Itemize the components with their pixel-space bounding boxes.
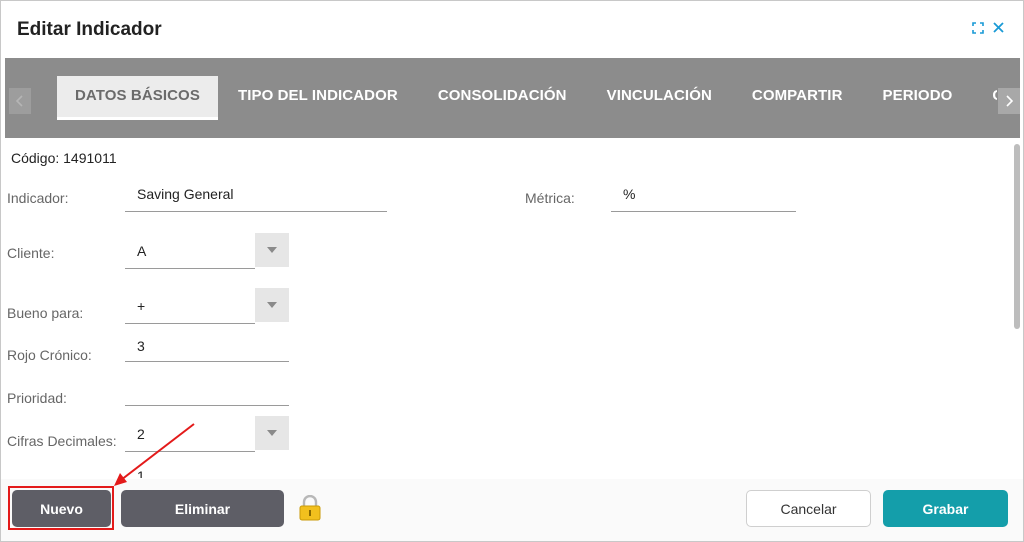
eliminar-button[interactable]: Eliminar xyxy=(121,490,284,527)
bueno-para-dropdown-button[interactable] xyxy=(255,288,289,322)
bueno-para-label: Bueno para: xyxy=(7,305,84,321)
dialog-titlebar: Editar Indicador xyxy=(1,1,1023,57)
indicador-input[interactable]: Saving General xyxy=(125,184,387,212)
prioridad-input[interactable] xyxy=(125,382,289,406)
tab-consolidacion[interactable]: CONSOLIDACIÓN xyxy=(418,76,587,120)
rojo-cronico-input[interactable]: 3 xyxy=(125,337,289,362)
expand-icon[interactable] xyxy=(972,21,984,34)
cifras-decimales-select[interactable]: 2 xyxy=(125,416,289,452)
cancelar-button[interactable]: Cancelar xyxy=(746,490,871,527)
partial-field-value: 1 xyxy=(137,468,145,478)
cifras-decimales-value: 2 xyxy=(125,416,255,452)
rojo-cronico-label: Rojo Crónico: xyxy=(7,347,92,363)
bueno-para-value: + xyxy=(125,288,255,324)
grabar-button[interactable]: Grabar xyxy=(883,490,1008,527)
chevron-down-icon xyxy=(267,302,277,308)
form-content: Código: 1491011 Indicador: Saving Genera… xyxy=(1,138,1013,478)
chevron-down-icon xyxy=(267,430,277,436)
tab-comp-truncated[interactable]: COMP xyxy=(972,76,997,120)
tab-periodo[interactable]: PERIODO xyxy=(863,76,973,120)
dialog-footer: Nuevo Eliminar Cancelar Grabar xyxy=(1,479,1023,541)
cliente-value: A xyxy=(125,233,255,269)
tab-list: DATOS BÁSICOS TIPO DEL INDICADOR CONSOLIDA… xyxy=(57,76,997,120)
tab-tipo-del-indicador[interactable]: TIPO DEL INDICADOR xyxy=(218,76,418,120)
dialog-title: Editar Indicador xyxy=(17,19,162,40)
tab-datos-basicos[interactable]: DATOS BÁSICOS xyxy=(57,76,218,120)
content-scrollbar[interactable] xyxy=(1014,144,1020,329)
metrica-label: Métrica: xyxy=(525,190,575,206)
tab-vinculacion[interactable]: VINCULACIÓN xyxy=(587,76,732,120)
titlebar-controls xyxy=(972,21,1005,34)
cifras-decimales-label: Cifras Decimales: xyxy=(7,433,117,449)
edit-indicator-dialog: Editar Indicador DATOS BÁSICOS TIPO DEL I… xyxy=(0,0,1024,542)
bueno-para-select[interactable]: + xyxy=(125,288,289,324)
prioridad-label: Prioridad: xyxy=(7,390,67,406)
metrica-input[interactable]: % xyxy=(611,184,796,212)
cliente-label: Cliente: xyxy=(7,245,55,261)
cifras-decimales-dropdown-button[interactable] xyxy=(255,416,289,450)
indicador-label: Indicador: xyxy=(7,190,69,206)
tab-bar: DATOS BÁSICOS TIPO DEL INDICADOR CONSOLIDA… xyxy=(5,58,1020,138)
tab-scroll-left-button[interactable] xyxy=(9,88,31,114)
tab-scroll-right-button[interactable] xyxy=(998,88,1020,114)
cliente-dropdown-button[interactable] xyxy=(255,233,289,267)
chevron-down-icon xyxy=(267,247,277,253)
cliente-select[interactable]: A xyxy=(125,233,289,269)
indicator-code: Código: 1491011 xyxy=(11,150,117,166)
lock-icon[interactable] xyxy=(298,494,322,526)
close-icon[interactable] xyxy=(992,21,1005,34)
annotation-highlight-box xyxy=(8,486,114,530)
tab-compartir[interactable]: COMPARTIR xyxy=(732,76,863,120)
